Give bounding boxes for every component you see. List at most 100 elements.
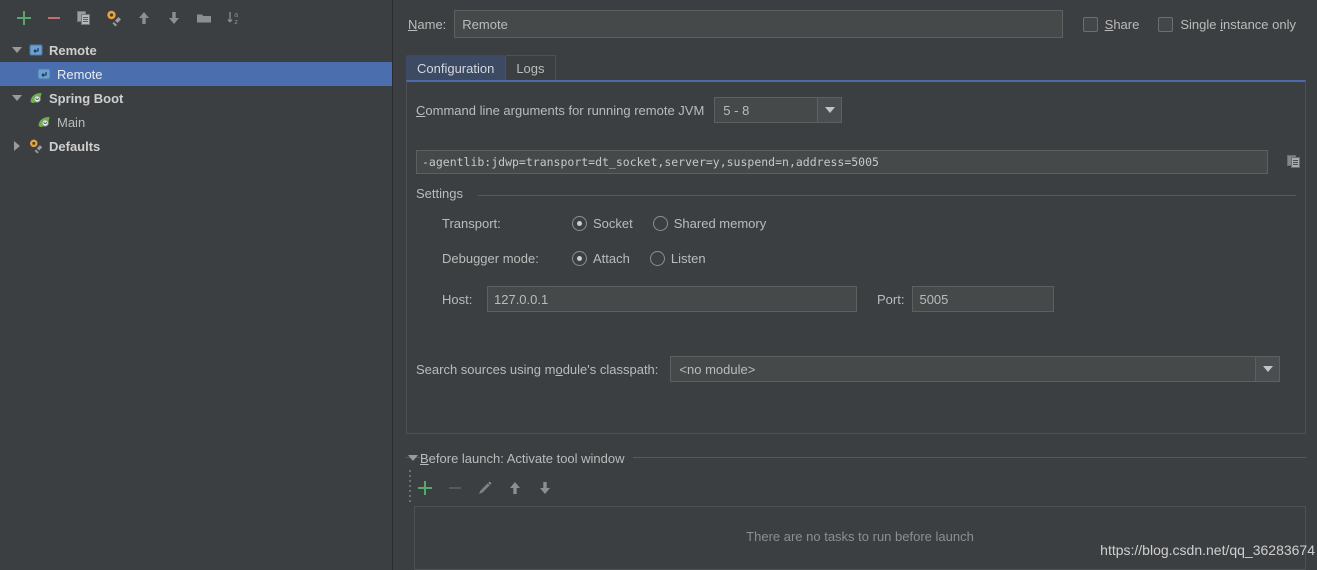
name-input[interactable] [454, 10, 1064, 38]
before-launch-title-mnemonic: B [420, 450, 429, 466]
sort-configurations-button[interactable]: a z [220, 4, 248, 32]
share-label-rest: hare [1113, 16, 1140, 32]
tab-logs[interactable]: Logs [505, 55, 556, 80]
name-label-mnemonic: N [408, 16, 418, 32]
tree-item-label: Remote [49, 42, 97, 58]
debugger-mode-attach-label: Attach [593, 251, 630, 266]
options-group: Share Single instance only [1082, 12, 1308, 36]
module-classpath-row: Search sources using module's classpath:… [416, 356, 1296, 382]
name-label: Name: [408, 17, 446, 32]
tab-configuration[interactable]: Configuration [406, 55, 506, 80]
name-row: Name: [408, 10, 1064, 38]
debugger-mode-label: Debugger mode: [442, 251, 539, 266]
jdk-version-value: 5 - 8 [723, 102, 750, 118]
module-classpath-label-mnemonic: o [555, 361, 563, 377]
before-launch-toolbar [414, 474, 556, 502]
before-launch-title: Before launch: Activate tool window [420, 450, 633, 466]
spring-boot-icon [34, 112, 54, 132]
command-line-label-rest: ommand line arguments for running remote… [425, 102, 705, 118]
before-launch-drag-handle[interactable] [406, 468, 413, 504]
single-instance-label: Single instance only [1180, 17, 1296, 32]
host-input[interactable] [487, 286, 857, 312]
move-task-up-button [504, 477, 526, 499]
tree-item-label: Defaults [49, 138, 101, 154]
remote-icon [26, 40, 46, 60]
debugger-mode-listen-label: Listen [670, 251, 706, 266]
svg-text:z: z [234, 18, 238, 26]
tree-item-remote-group[interactable]: Remote [0, 38, 392, 62]
before-launch-empty-text: There are no tasks to run before launch [746, 529, 974, 544]
debugger-mode-row: Debugger mode: Attach Listen [442, 251, 726, 266]
single-instance-label-post: nstance only [1223, 16, 1296, 32]
edit-defaults-button[interactable] [100, 4, 128, 32]
settings-title: Settings [416, 186, 469, 201]
move-task-down-button [534, 477, 556, 499]
port-input[interactable] [912, 286, 1055, 312]
jdk-version-combobox[interactable]: 5 - 8 [714, 97, 843, 123]
configurations-tree[interactable]: Remote Remote Spring Boot Main Defaults [0, 38, 392, 570]
copy-icon[interactable] [1281, 148, 1307, 174]
module-classpath-value: <no module> [679, 361, 756, 377]
tree-item-label: Main [57, 114, 86, 130]
run-debug-configurations-dialog: a z Remote Remote Spring Boot Main Defau… [0, 0, 1317, 570]
module-classpath-label-pre: Search sources using m [416, 361, 556, 377]
command-line-arguments-row: Command line arguments for running remot… [416, 97, 843, 123]
transport-row: Transport: Socket Shared memory [442, 216, 786, 231]
configurations-tree-panel: a z Remote Remote Spring Boot Main Defau… [0, 0, 393, 570]
host-port-row: Host: Port: [442, 286, 1055, 312]
tree-item-main[interactable]: Main [0, 110, 392, 134]
settings-divider [478, 195, 1296, 196]
copy-configuration-button[interactable] [70, 4, 98, 32]
transport-shared-memory-radio[interactable] [652, 216, 668, 231]
configuration-editor-panel: Name: Share Single instance only Configu… [394, 0, 1317, 570]
move-up-button[interactable] [130, 4, 158, 32]
tree-item-label: Remote [57, 66, 103, 82]
create-folder-button[interactable] [190, 4, 218, 32]
move-down-button[interactable] [160, 4, 188, 32]
chevron-down-icon[interactable] [8, 86, 26, 110]
module-classpath-combobox[interactable]: <no module> [670, 356, 1280, 382]
share-checkbox[interactable] [1082, 16, 1098, 32]
remove-configuration-button[interactable] [40, 4, 68, 32]
port-label: Port: [877, 291, 905, 307]
before-launch-header[interactable]: Before launch: Activate tool window [406, 448, 633, 468]
single-instance-label-pre: Single [1180, 16, 1221, 32]
tree-item-spring-boot-group[interactable]: Spring Boot [0, 86, 392, 110]
chevron-down-icon[interactable] [406, 455, 420, 461]
transport-socket-label: Socket [593, 216, 633, 231]
configuration-tab-content: Command line arguments for running remot… [406, 80, 1306, 434]
share-label: Share [1105, 17, 1140, 32]
command-line-label-mnemonic: C [416, 102, 426, 118]
chevron-down-icon[interactable] [1255, 357, 1279, 381]
tree-item-label: Spring Boot [49, 90, 124, 106]
editor-tabs: Configuration Logs [406, 55, 556, 80]
edit-task-button [474, 477, 496, 499]
agent-arguments-field[interactable]: -agentlib:jdwp=transport=dt_socket,serve… [416, 150, 1268, 174]
module-classpath-label-post: dule's classpath: [562, 361, 659, 377]
wrench-gear-icon [26, 136, 46, 156]
tree-toolbar: a z [0, 0, 393, 36]
tree-item-remote[interactable]: Remote [0, 62, 392, 86]
transport-shared-memory-label: Shared memory [673, 216, 767, 231]
chevron-down-icon[interactable] [817, 98, 842, 122]
remove-task-button [444, 477, 466, 499]
watermark-text: https://blog.csdn.net/qq_36283674 [1100, 542, 1315, 558]
add-task-button[interactable] [414, 477, 436, 499]
name-label-rest: ame: [417, 16, 447, 32]
before-launch-task-list[interactable]: There are no tasks to run before launch [414, 506, 1306, 570]
spring-boot-icon [26, 88, 46, 108]
transport-label: Transport: [442, 216, 501, 231]
module-classpath-label: Search sources using module's classpath: [416, 362, 658, 377]
add-configuration-button[interactable] [10, 4, 38, 32]
before-launch-title-rest: efore launch: Activate tool window [428, 450, 625, 466]
tree-item-defaults[interactable]: Defaults [0, 134, 392, 158]
debugger-mode-listen-radio[interactable] [649, 251, 665, 266]
transport-socket-radio[interactable] [572, 216, 587, 231]
remote-icon [34, 64, 54, 84]
command-line-arguments-label: Command line arguments for running remot… [416, 103, 704, 118]
host-label: Host: [442, 291, 473, 307]
debugger-mode-attach-radio[interactable] [572, 251, 587, 266]
chevron-down-icon[interactable] [8, 38, 26, 62]
chevron-right-icon[interactable] [8, 134, 26, 158]
single-instance-checkbox[interactable] [1158, 16, 1174, 32]
